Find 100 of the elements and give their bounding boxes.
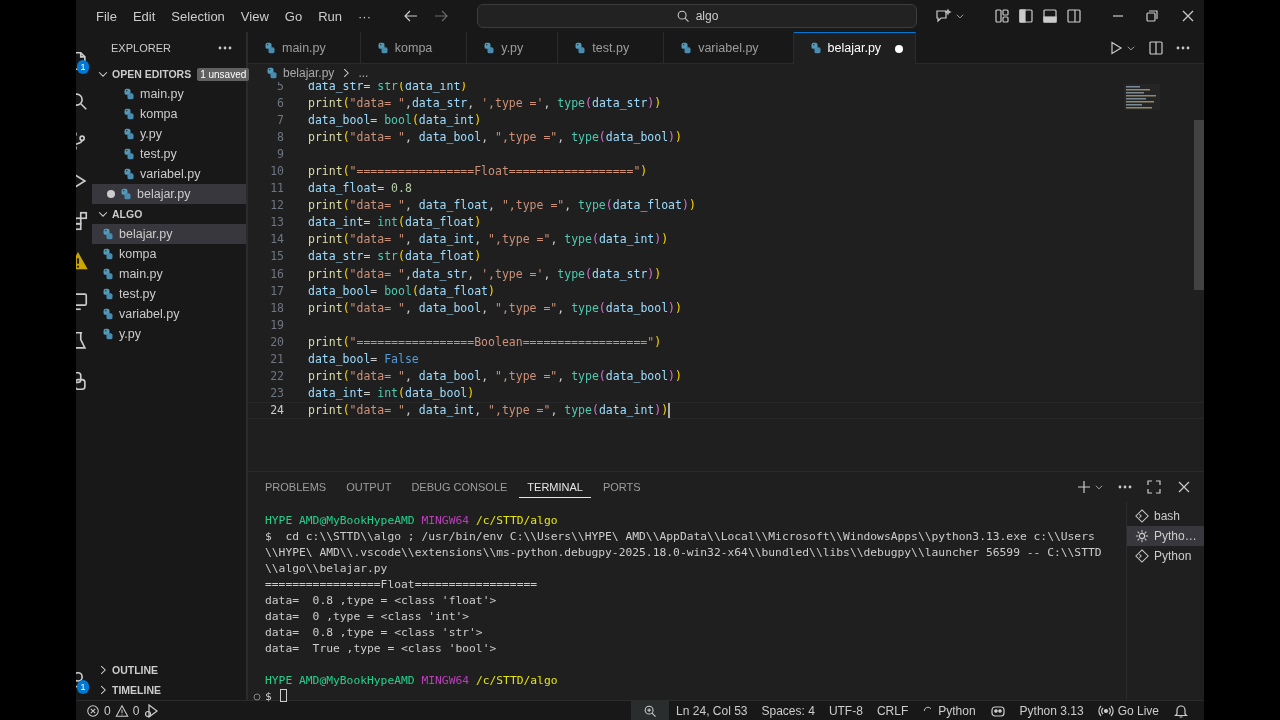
section-header[interactable]: OUTLINE <box>92 660 246 680</box>
line-number: 14 <box>269 232 284 247</box>
explorer-entry[interactable]: test.py <box>92 144 246 164</box>
code-line: data_int= int(data_float) <box>308 215 482 230</box>
menu-item[interactable]: Edit <box>124 8 164 24</box>
breadcrumb-item[interactable]: ... <box>358 66 369 80</box>
debug-icon <box>143 702 160 719</box>
file-icon <box>102 328 114 340</box>
code-line: data_int= int(data_bool) <box>308 386 475 401</box>
layout-icon <box>994 8 1010 24</box>
menu-item[interactable]: Go <box>276 8 311 24</box>
explorer-entry[interactable]: main.py <box>92 84 246 104</box>
file-icon <box>123 148 135 160</box>
line-number: 22 <box>269 369 284 384</box>
code-line: data_bool= bool(data_int) <box>308 112 482 127</box>
line-number: 24 <box>269 403 284 418</box>
terminal-instance[interactable]: Pytho… <box>1127 526 1204 546</box>
minimize-icon[interactable] <box>1112 15 1124 17</box>
code-line: print("=================Float==================") <box>308 164 648 178</box>
line-number: 21 <box>269 352 284 367</box>
explorer-entry[interactable]: variabel.py <box>92 304 246 324</box>
error-count[interactable]: 0 <box>104 703 111 718</box>
terminal-icon <box>1135 509 1149 523</box>
panel-toggle-icon <box>1042 8 1058 24</box>
explorer-entry[interactable]: kompa <box>92 104 246 124</box>
code-line: print("data= ",data_str, ',type =', type(data_str)) <box>308 266 662 281</box>
code-line: print("=================Boolean==================") <box>308 334 662 349</box>
line-number: 12 <box>269 198 284 213</box>
explorer-entry[interactable]: test.py <box>92 284 246 304</box>
editor-tab[interactable]: kompa <box>360 32 468 64</box>
terminal-instance[interactable]: Python <box>1127 546 1204 566</box>
more-icon[interactable] <box>1118 485 1132 489</box>
file-icon <box>574 41 587 54</box>
forward-arrow-icon[interactable] <box>433 8 449 24</box>
maximize-icon <box>1146 479 1162 495</box>
terminal-output: =================Float================== <box>265 577 538 593</box>
line-number: 17 <box>269 283 284 298</box>
file-icon <box>264 41 276 54</box>
prompt-shell: MINGW64 <box>421 513 470 529</box>
line-number: 7 <box>276 112 284 127</box>
go-live-button[interactable]: Go Live <box>1090 701 1166 720</box>
language-mode[interactable]: Python <box>915 701 983 720</box>
caret-icon <box>1094 482 1104 492</box>
close-icon <box>1176 479 1192 495</box>
scrollbar[interactable] <box>1194 120 1204 290</box>
explorer-entry[interactable]: belajar.py <box>92 184 246 204</box>
code-line: print("data= ", data_bool, ",type =", type(data_bool)) <box>308 129 682 144</box>
section-header[interactable]: ALGO <box>92 204 246 224</box>
split-editor-icon <box>1148 39 1164 56</box>
line-number: 6 <box>276 95 284 110</box>
panel-tab[interactable]: PORTS <box>594 476 649 498</box>
more-icon[interactable] <box>1176 45 1190 50</box>
editor-tab[interactable]: main.py <box>248 32 361 64</box>
more-icon[interactable] <box>218 46 232 50</box>
explorer-entry[interactable]: belajar.py <box>92 224 246 244</box>
explorer-entry[interactable]: y.py <box>92 324 246 344</box>
line-number: 8 <box>276 129 284 144</box>
zoom-icon <box>643 703 658 718</box>
explorer-entry[interactable]: y.py <box>92 124 246 144</box>
status-item[interactable]: CRLF <box>869 701 916 720</box>
file-icon <box>120 188 132 200</box>
explorer-entry[interactable]: kompa <box>92 244 246 264</box>
panel-tab[interactable]: DEBUG CONSOLE <box>403 476 516 498</box>
editor-tab[interactable]: test.py <box>558 32 665 64</box>
editor-tab[interactable]: variabel.py <box>664 32 794 64</box>
prompt-shell: MINGW64 <box>421 673 470 689</box>
line-number: 11 <box>269 181 284 196</box>
status-item[interactable]: Spaces: 4 <box>754 701 822 720</box>
status-item[interactable]: Python 3.13 <box>1012 701 1091 720</box>
warning-count[interactable]: 0 <box>132 703 140 718</box>
section-header[interactable]: TIMELINE <box>92 680 246 700</box>
menu-item[interactable]: ··· <box>350 8 379 24</box>
zoom-button[interactable] <box>631 701 670 720</box>
caret-icon <box>955 11 965 21</box>
minimap[interactable] <box>1124 84 1160 110</box>
terminal-instance[interactable]: bash <box>1127 506 1204 526</box>
explorer-entry[interactable]: variabel.py <box>92 164 246 184</box>
menu-item[interactable]: File <box>88 8 125 24</box>
menu-item[interactable]: Selection <box>163 8 233 24</box>
line-number: 20 <box>269 334 284 349</box>
status-item[interactable]: Ln 24, Col 53 <box>669 701 755 720</box>
breadcrumb-item[interactable]: belajar.py <box>283 66 335 80</box>
panel-tab[interactable]: TERMINAL <box>519 476 591 498</box>
editor-tab[interactable]: y.py <box>467 32 559 64</box>
panel-tab[interactable]: PROBLEMS <box>257 476 335 498</box>
line-number: 15 <box>269 249 284 264</box>
explorer-entry[interactable]: main.py <box>92 264 246 284</box>
menu-item[interactable]: View <box>232 8 277 24</box>
command-center-search[interactable]: algo <box>477 4 917 28</box>
file-icon <box>680 41 693 54</box>
prompt-path: /c/STTD/algo <box>475 513 558 529</box>
menu-item[interactable]: Run <box>310 8 350 24</box>
terminal-command: $ cd c:\\STTD\\algo ; /usr/bin/env C:\\Users\\HYPE\ AMD\\AppData\\Local\\Microsoft\\WindowsApps\\python3.13.exe c:\\Users\\HYPE\ AMD\\.vscode\\extensions\\ms-python.debugpy-2025.18.0-win32-x64\\bundled\\libs\\debugpy\\launcher 56599 -- C:\\STTD\\algo\\belajar.py <box>265 529 1103 577</box>
status-item[interactable]: UTF-8 <box>821 701 870 720</box>
panel-tab[interactable]: OUTPUT <box>338 476 400 498</box>
terminal-output: data= 0.8 ,type = <class 'str'> <box>265 625 483 641</box>
command-marker-icon <box>253 693 261 701</box>
editor-tab[interactable]: belajar.py <box>793 32 917 64</box>
file-icon <box>102 248 114 260</box>
file-icon <box>376 41 389 54</box>
